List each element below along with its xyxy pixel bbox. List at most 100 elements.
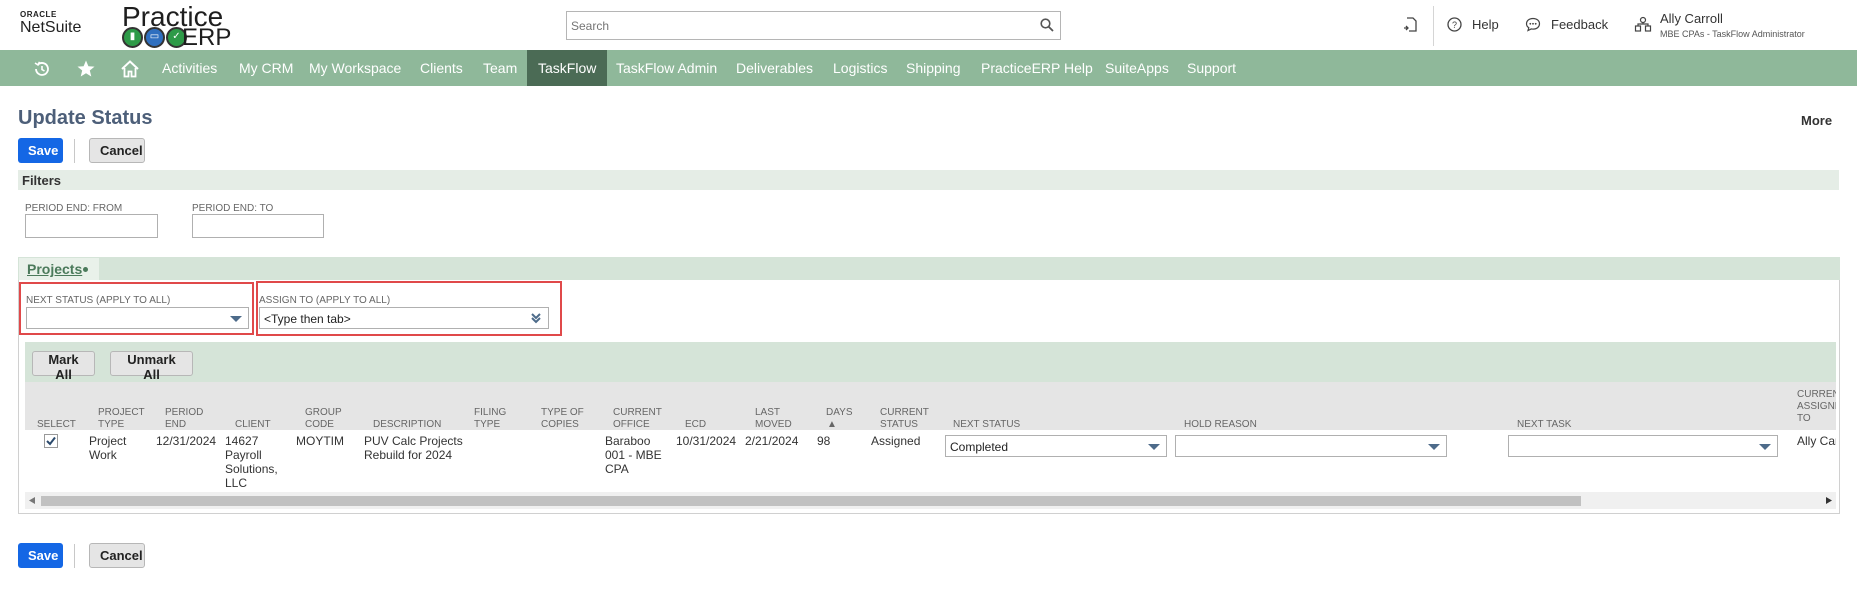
netsuite-logo[interactable]: ORACLE NetSuite [20, 11, 81, 36]
cell-group-code: MOYTIM [296, 434, 344, 448]
cell-current-assignee: Ally Carroll [1797, 434, 1836, 448]
nav-activities[interactable]: Activities [151, 50, 228, 86]
nav-team[interactable]: Team [472, 50, 528, 86]
role-switch-icon[interactable] [1634, 15, 1652, 33]
help-icon[interactable]: ? [1447, 17, 1462, 32]
assign-to-apply-all-select[interactable]: <Type then tab> [259, 307, 549, 329]
practiceerp-logo[interactable]: Practice ▮ ▭ ✓ ERP [122, 1, 242, 51]
tab-projects[interactable]: Projects [19, 258, 99, 280]
user-role[interactable]: MBE CPAs - TaskFlow Administrator [1660, 29, 1805, 39]
scroll-left-icon[interactable] [29, 497, 35, 504]
sort-ascending-icon: ▲ [827, 419, 837, 430]
cell-project-type: Project Work [89, 434, 126, 462]
nav-taskflow-admin[interactable]: TaskFlow Admin [605, 50, 728, 86]
scrollbar-thumb[interactable] [41, 496, 1581, 506]
col-hold-reason[interactable]: HOLD REASON [1184, 419, 1257, 430]
cancel-button-bottom[interactable]: Cancel [89, 543, 145, 568]
nav-clients[interactable]: Clients [409, 50, 474, 86]
row-hold-reason-select[interactable] [1175, 435, 1447, 457]
chevron-down-icon [230, 316, 242, 322]
home-icon[interactable] [120, 59, 140, 79]
col-period-end-line2: END [165, 419, 187, 430]
cell-current-office-line3: CPA [605, 462, 629, 476]
nav-deliverables[interactable]: Deliverables [725, 50, 824, 86]
col-filing-type-line2: TYPE [474, 419, 501, 430]
nav-taskflow[interactable]: TaskFlow [527, 50, 608, 86]
col-type-of-copies[interactable]: TYPE OF COPIES [541, 407, 584, 430]
more-menu[interactable]: More [1801, 113, 1832, 128]
col-days[interactable]: DAYS ▲ [826, 407, 853, 430]
cell-days: 98 [817, 434, 831, 448]
unmark-all-button[interactable]: Unmark All [110, 351, 193, 382]
col-ecd[interactable]: ECD [685, 419, 706, 430]
col-period-end-line1: PERIOD [165, 407, 204, 418]
page-title: Update Status [18, 107, 153, 129]
filters-section-header: Filters [18, 170, 1839, 190]
recent-records-icon[interactable] [1402, 16, 1419, 33]
main-navigation: Activities My CRM My Workspace Clients T… [0, 50, 1857, 86]
next-status-apply-all-select[interactable] [26, 307, 249, 329]
scroll-right-icon[interactable] [1826, 497, 1832, 504]
cell-description[interactable]: PUV Calc Projects Rebuild for 2024 [364, 434, 463, 462]
global-search[interactable] [566, 11, 1061, 40]
period-end-to-input[interactable] [192, 214, 324, 238]
cell-description-line2: Rebuild for 2024 [364, 448, 453, 462]
col-current-assignee-line1: CURRENT [1797, 389, 1836, 400]
cell-description-line1: PUV Calc Projects [364, 434, 463, 448]
feedback-icon[interactable] [1525, 17, 1541, 32]
nav-suiteapps[interactable]: SuiteApps [1094, 50, 1180, 86]
col-project-type-line2: TYPE [98, 419, 125, 430]
row-select-checkbox[interactable] [44, 434, 58, 448]
col-current-status-line2: STATUS [880, 419, 918, 430]
col-current-assignee-line2: ASSIGNEE [1797, 401, 1836, 412]
period-end-from-input[interactable] [25, 214, 158, 238]
col-group-code-line2: CODE [305, 419, 334, 430]
col-current-assignee[interactable]: CURRENT ASSIGNEE TO [1797, 389, 1836, 425]
col-filing-type[interactable]: FILING TYPE [474, 407, 506, 430]
nav-practiceerp-help[interactable]: PracticeERP Help [970, 50, 1104, 86]
search-icon[interactable] [1040, 18, 1054, 32]
cell-current-office-line2: 001 - MBE [605, 448, 662, 462]
cell-period-end: 12/31/2024 [156, 434, 217, 448]
row-next-task-select[interactable] [1508, 435, 1778, 457]
favorites-star-icon[interactable] [76, 59, 96, 79]
cell-current-office-line1: Baraboo [605, 434, 651, 448]
col-description[interactable]: DESCRIPTION [373, 419, 441, 430]
nav-my-crm[interactable]: My CRM [228, 50, 304, 86]
col-group-code[interactable]: GROUP CODE [305, 407, 342, 430]
nav-logistics[interactable]: Logistics [822, 50, 898, 86]
col-next-task[interactable]: NEXT TASK [1517, 419, 1571, 430]
help-link[interactable]: Help [1472, 17, 1499, 32]
col-period-end[interactable]: PERIOD END [165, 407, 203, 430]
save-button-bottom[interactable]: Save [18, 543, 63, 568]
cell-client[interactable]: 14627 Payroll Solutions, LLC [225, 434, 278, 490]
col-current-office[interactable]: CURRENT OFFICE [613, 407, 662, 430]
double-chevron-down-icon[interactable] [530, 312, 542, 324]
projects-tab-label: Projects [27, 261, 83, 277]
feedback-link[interactable]: Feedback [1551, 17, 1608, 32]
search-input[interactable] [567, 12, 1027, 39]
nav-my-workspace[interactable]: My Workspace [298, 50, 412, 86]
cell-current-status: Assigned [871, 434, 921, 448]
row-next-status-select[interactable]: Completed [945, 435, 1167, 457]
col-next-status[interactable]: NEXT STATUS [953, 419, 1020, 430]
col-project-type[interactable]: PROJECT TYPE [98, 407, 145, 430]
cell-client-line1: 14627 [225, 434, 259, 448]
recent-icon[interactable] [32, 59, 52, 79]
cell-last-moved: 2/21/2024 [745, 434, 799, 448]
cell-project-type-line1: Project [89, 434, 127, 448]
nav-support[interactable]: Support [1176, 50, 1247, 86]
user-name[interactable]: Ally Carroll [1660, 11, 1723, 26]
col-select[interactable]: SELECT [37, 419, 76, 430]
col-current-status[interactable]: CURRENT STATUS [880, 407, 929, 430]
chevron-down-icon [1759, 444, 1771, 450]
col-current-office-line2: OFFICE [613, 419, 650, 430]
mark-all-button[interactable]: Mark All [32, 351, 95, 382]
chevron-down-icon [1428, 444, 1440, 450]
col-last-moved[interactable]: LAST MOVED [755, 407, 792, 430]
nav-shipping[interactable]: Shipping [895, 50, 972, 86]
horizontal-scrollbar[interactable] [25, 492, 1836, 509]
cancel-button-top[interactable]: Cancel [89, 138, 145, 163]
save-button-top[interactable]: Save [18, 138, 63, 163]
col-client[interactable]: CLIENT [235, 419, 271, 430]
